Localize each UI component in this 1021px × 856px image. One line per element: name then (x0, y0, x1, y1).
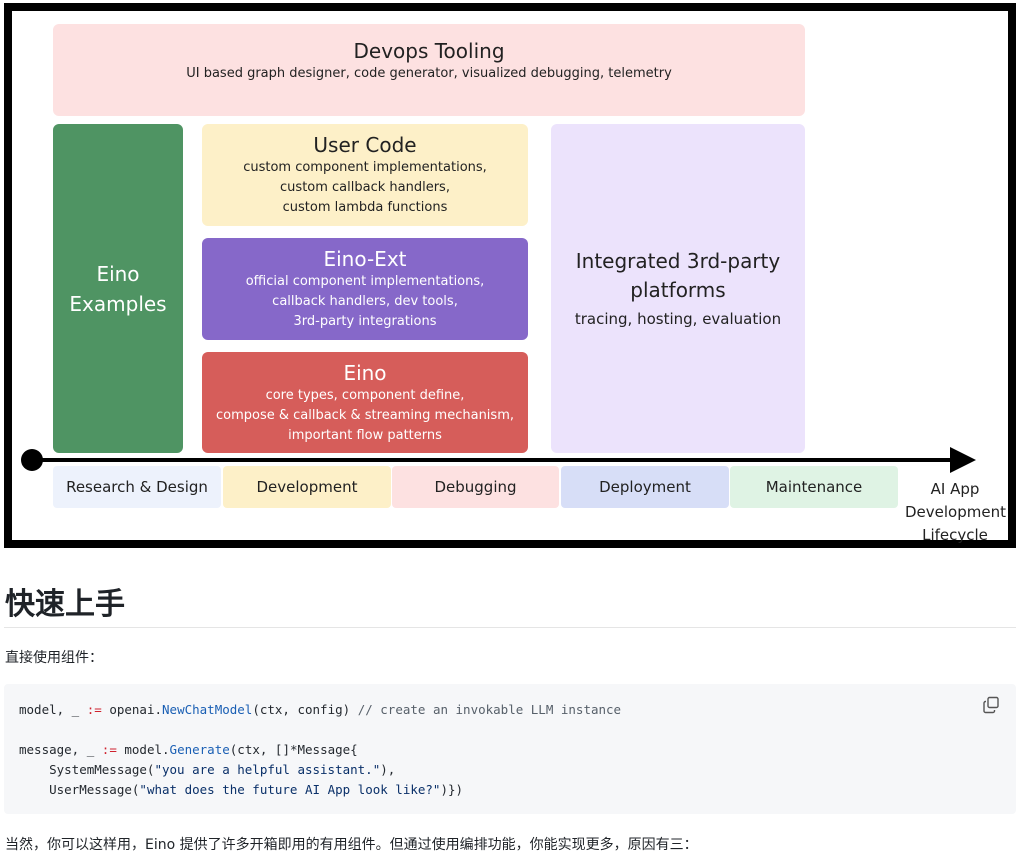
code-token: UserMessage( (19, 782, 140, 797)
code-token: (ctx, config) (252, 702, 358, 717)
eino-ext-line: official component implementations, (245, 274, 485, 289)
lifecycle-axis-line (32, 458, 962, 462)
eino-ext-box: Eino-Ext official component implementati… (202, 238, 528, 340)
copy-icon[interactable] (982, 696, 1000, 714)
lifecycle-label: AI App Development Lifecycle (905, 478, 1006, 547)
platforms-subtitle: tracing, hosting, evaluation (574, 309, 782, 328)
code-token: := (86, 702, 102, 717)
platforms-title-line1: Integrated 3rd-party (575, 248, 781, 273)
devops-subtitle: UI based graph designer, code generator,… (186, 66, 672, 81)
code-block: model, _ := openai.NewChatModel(ctx, con… (4, 684, 1016, 814)
devops-title: Devops Tooling (353, 39, 505, 63)
axis-arrow-icon (950, 447, 976, 473)
eino-line: core types, component define, (265, 387, 465, 403)
eino-box: Eino core types, component define, compo… (202, 352, 528, 453)
outro-paragraph: 当然，你可以这样用，Eino 提供了许多开箱即用的有用组件。但通过使用编排功能，… (5, 837, 698, 853)
eino-examples-box: Eino Examples (53, 124, 183, 453)
code-token: model, _ (19, 702, 87, 717)
code-token: )}) (440, 782, 464, 797)
code-comment: // create an invokable LLM instance (357, 702, 622, 717)
eino-ext-title: Eino-Ext (323, 247, 407, 271)
code-content: model, _ := openai.NewChatModel(ctx, con… (19, 700, 621, 800)
lifecycle-line: Development (905, 503, 1006, 521)
devops-tooling-box: Devops Tooling UI based graph designer, … (53, 24, 805, 116)
user-code-line: custom lambda functions (282, 200, 448, 215)
code-token: SystemMessage( (19, 762, 155, 777)
code-string: "what does the future AI App look like?" (139, 782, 441, 797)
eino-ext-line: callback handlers, dev tools, (272, 294, 458, 309)
stage-maintenance: Maintenance (730, 466, 898, 508)
eino-ext-line: 3rd-party integrations (293, 314, 437, 329)
eino-title: Eino (343, 360, 387, 385)
code-token: ), (380, 762, 396, 777)
intro-paragraph: 直接使用组件： (5, 650, 103, 666)
code-token: := (101, 742, 117, 757)
code-token: message, _ (19, 742, 102, 757)
user-code-box: User Code custom component implementatio… (202, 124, 528, 226)
lifecycle-line: AI App (930, 480, 980, 498)
user-code-title: User Code (313, 133, 417, 157)
code-token: (ctx, []*Message{ (229, 742, 358, 757)
examples-line1: Eino (96, 261, 140, 286)
code-token: NewChatModel (162, 702, 253, 717)
platforms-box: Integrated 3rd-party platforms tracing, … (551, 124, 805, 453)
user-code-line: custom component implementations, (243, 160, 487, 175)
stage-deployment: Deployment (561, 466, 729, 508)
stage-development: Development (223, 466, 391, 508)
examples-line2: Examples (69, 291, 167, 316)
lifecycle-line: Lifecycle (922, 526, 988, 544)
stage-research-design: Research & Design (53, 466, 221, 508)
eino-line: important flow patterns (288, 427, 442, 443)
code-string: "you are a helpful assistant." (154, 762, 381, 777)
code-token: model. (116, 742, 170, 757)
architecture-diagram: Devops Tooling UI based graph designer, … (4, 3, 1016, 548)
code-token: openai. (101, 702, 163, 717)
eino-line: compose & callback & streaming mechanism… (215, 407, 514, 423)
platforms-title-line2: platforms (630, 277, 726, 302)
code-token: Generate (169, 742, 230, 757)
section-heading: 快速上手 (5, 587, 125, 622)
heading-divider (4, 627, 1016, 628)
user-code-line: custom callback handlers, (280, 180, 450, 195)
axis-start-dot (21, 449, 43, 471)
stage-debugging: Debugging (392, 466, 559, 508)
